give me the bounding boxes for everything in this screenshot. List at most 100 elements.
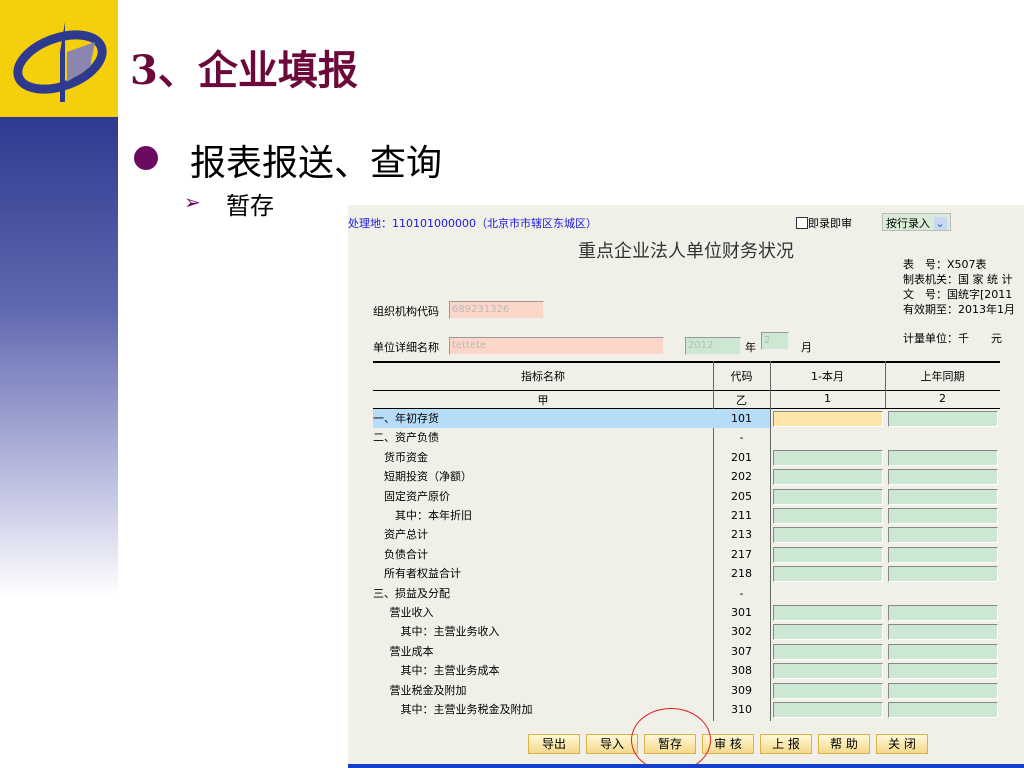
org-code-label: 组织机构代码 <box>373 305 439 318</box>
entry-mode-value: 按行录入 <box>886 217 930 230</box>
subheader-name: 甲 <box>537 394 549 407</box>
org-code-input[interactable]: 689231326 <box>449 301 544 319</box>
header-name: 指标名称 <box>521 370 565 383</box>
year-label: 年 <box>745 341 756 354</box>
submit-button[interactable]: 上 报 <box>760 734 812 754</box>
table-row: 资产总计 213 <box>373 525 1000 544</box>
meta-line: 表 号：X507表 <box>903 258 987 271</box>
current-month-input[interactable] <box>773 605 883 621</box>
checkbox-icon <box>796 217 808 229</box>
last-year-input[interactable] <box>888 469 998 486</box>
last-year-input[interactable] <box>888 605 998 621</box>
month-label: 月 <box>801 341 812 354</box>
instant-review-label: 即录即审 <box>808 217 852 230</box>
row-name: 三、损益及分配 <box>373 586 450 600</box>
table-row: 短期投资（净额） 202 <box>373 467 1000 486</box>
unit-name-label: 单位详细名称 <box>373 341 439 354</box>
table-row: 其中：本年折旧 211 <box>373 506 1000 525</box>
header-col2: 上年同期 <box>920 370 965 383</box>
table-top-border <box>373 361 1000 363</box>
last-year-input[interactable] <box>888 682 998 699</box>
month-input[interactable]: 2 <box>761 332 789 350</box>
row-code: 308 <box>731 664 752 678</box>
row-code: 301 <box>731 606 752 619</box>
last-year-input[interactable] <box>888 624 998 641</box>
last-year-input[interactable] <box>888 702 998 718</box>
row-code: 310 <box>731 703 752 716</box>
last-year-input[interactable] <box>888 449 998 466</box>
last-year-input[interactable] <box>888 663 998 680</box>
current-month-input[interactable] <box>773 702 883 718</box>
current-month-input[interactable] <box>773 624 883 641</box>
row-name: 营业收入 <box>389 606 434 619</box>
current-month-input[interactable] <box>773 682 883 699</box>
table-row: 营业成本 307 <box>373 642 1000 661</box>
row-code: 217 <box>731 547 752 561</box>
last-year-input[interactable] <box>888 527 998 544</box>
year-input[interactable]: 2012 <box>685 337 741 355</box>
last-year-input[interactable] <box>888 546 998 563</box>
slide-title: 3、企业填报 <box>130 47 358 94</box>
row-code: 302 <box>731 625 752 639</box>
row-name: 固定资产原价 <box>384 489 450 503</box>
row-name: 负债合计 <box>384 547 428 561</box>
current-month-input[interactable] <box>773 488 883 505</box>
highlight-circle <box>631 708 711 768</box>
form-meta: 表 号：X507表 制表机关：国 家 统 计 文 号：国统字[2011 有效期至… <box>903 257 1015 317</box>
current-month-input[interactable] <box>773 449 883 466</box>
row-name: 营业税金及附加 <box>389 683 467 697</box>
form-title: 重点企业法人单位财务状况 <box>578 241 794 262</box>
table-row: 一、年初存货 101 <box>373 409 1000 428</box>
table-row: 所有者权益合计 218 <box>373 564 1000 583</box>
sub-bullet-text: 暂存 <box>226 192 274 220</box>
header-divider <box>373 390 1000 391</box>
current-month-input[interactable] <box>773 643 883 660</box>
table-row: 负债合计 217 <box>373 545 1000 564</box>
help-button[interactable]: 帮 助 <box>818 734 870 754</box>
current-month-input[interactable] <box>773 546 883 563</box>
current-month-input[interactable] <box>773 566 883 583</box>
row-name: 营业成本 <box>389 644 434 658</box>
bullet-text: 报表报送、查询 <box>190 143 443 184</box>
row-code: 202 <box>731 470 752 484</box>
current-month-input[interactable] <box>773 469 883 486</box>
unit-name-input[interactable]: tettete <box>449 337 664 355</box>
export-button[interactable]: 导出 <box>528 734 580 754</box>
entry-mode-select[interactable]: 按行录入 ⌄ <box>882 213 951 231</box>
sidebar-blue-gradient <box>0 117 118 597</box>
table-row: 固定资产原价 205 <box>373 487 1000 506</box>
current-month-input[interactable] <box>773 663 883 680</box>
unit-label: 计量单位：千 元 <box>903 332 1002 345</box>
chevron-down-icon: ⌄ <box>933 217 947 230</box>
bottom-bar <box>348 764 1024 768</box>
row-code: - <box>739 586 744 600</box>
row-name: 所有者权益合计 <box>384 567 461 581</box>
row-name: 其中：主营业务成本 <box>400 664 500 678</box>
instant-review-checkbox[interactable]: 即录即审 <box>796 215 852 231</box>
last-year-input[interactable] <box>888 643 998 660</box>
table-row: 其中：主营业务成本 308 <box>373 661 1000 680</box>
column-divider <box>885 361 886 408</box>
last-year-input[interactable] <box>888 508 998 524</box>
bullet-icon <box>134 146 158 170</box>
current-month-input[interactable] <box>773 411 883 427</box>
row-code: - <box>739 431 744 445</box>
row-name: 其中：本年折旧 <box>395 509 472 522</box>
row-name: 二、资产负债 <box>373 431 439 445</box>
row-code: 218 <box>731 567 752 581</box>
row-code: 211 <box>731 509 752 522</box>
table-row: 三、损益及分配 - <box>373 584 1000 603</box>
last-year-input[interactable] <box>888 411 998 427</box>
close-button[interactable]: 关 闭 <box>876 734 928 754</box>
app-screenshot: 处理地：110101000000（北京市市辖区东城区） 即录即审 按行录入 ⌄ … <box>348 205 1024 768</box>
row-code: 101 <box>713 409 770 428</box>
subheader-col1: 1 <box>824 392 831 405</box>
current-month-input[interactable] <box>773 527 883 544</box>
meta-line: 有效期至：2013年1月 <box>903 303 1015 316</box>
row-name: 短期投资（净额） <box>384 470 472 484</box>
meta-line: 文 号：国统字[2011 <box>903 288 1013 301</box>
last-year-input[interactable] <box>888 566 998 583</box>
last-year-input[interactable] <box>888 488 998 505</box>
current-month-input[interactable] <box>773 508 883 524</box>
table-row: 其中：主营业务收入 302 <box>373 622 1000 641</box>
